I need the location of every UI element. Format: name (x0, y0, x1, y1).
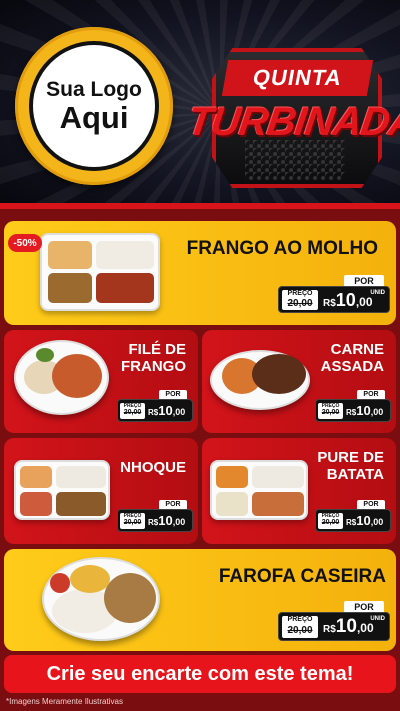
price-main: PREÇO 20,00 R$10,00 (315, 509, 391, 532)
product-image-bowl (210, 350, 310, 410)
theme-badge: QUINTA TURBINADA (185, 40, 400, 190)
food-gnocchi (20, 492, 52, 516)
discount-badge: -50% (8, 234, 42, 252)
product-card-carne-assada[interactable]: CARNE ASSADA POR PREÇO 20,00 R$10,00 (202, 330, 396, 433)
old-price-box: PREÇO 20,00 (318, 403, 343, 419)
old-price-box: PREÇO 20,00 (318, 513, 343, 529)
product-name: FAROFA CASEIRA (218, 566, 386, 587)
food-corn (70, 565, 110, 593)
header-banner: Sua Logo Aqui QUINTA TURBINADA (0, 0, 400, 205)
new-price: R$10,00 (323, 290, 373, 310)
unit-label: UNID (370, 616, 385, 622)
old-price: 20,00 (321, 409, 340, 416)
preco-label: PREÇO (287, 616, 313, 623)
old-price-box: PREÇO 20,00 (120, 403, 145, 419)
old-price-box: PREÇO 20,00 (120, 513, 145, 529)
product-name: FRANGO AO MOLHO (186, 238, 378, 259)
logo-inner-circle: Sua Logo Aqui (29, 41, 159, 171)
logo-placeholder[interactable]: Sua Logo Aqui (15, 27, 173, 185)
new-price: R$10,00 (148, 513, 186, 528)
price-tag: POR PREÇO 20,00 R$10,00 (117, 390, 193, 422)
price-tag: POR PREÇO 20,00 R$10,00 (315, 500, 391, 532)
food-rice (56, 466, 106, 488)
price-main: PREÇO 20,00 R$10,00 (117, 509, 193, 532)
old-price: 20,00 (287, 625, 313, 636)
price-tag: POR PREÇO 20,00 R$10,00 (117, 500, 193, 532)
price-tag: POR PREÇO 20,00 R$10,00 UNID (278, 601, 390, 641)
old-price-box: PREÇO 20,00 (282, 616, 318, 638)
food-farofa (48, 273, 92, 303)
food-mashed-potato (216, 492, 248, 516)
price-main: PREÇO 20,00 R$10,00 (117, 399, 193, 422)
old-price: 20,00 (123, 519, 142, 526)
logo-text-line2: Aqui (59, 99, 129, 135)
food-tomato (50, 573, 70, 593)
food-farofa (104, 573, 156, 623)
product-name: CARNE ASSADA (320, 341, 384, 375)
food-rice (252, 466, 304, 488)
badge-day-label: QUINTA (221, 60, 374, 96)
product-image-tray (210, 460, 308, 520)
product-name: FILÉ DE FRANGO (121, 341, 186, 375)
old-price: 20,00 (123, 409, 142, 416)
price-main: PREÇO 20,00 R$10,00 UNID (278, 612, 390, 641)
old-price: 20,00 (321, 519, 340, 526)
badge-title: TURBINADA (184, 100, 400, 144)
product-card-farofa-caseira[interactable]: FAROFA CASEIRA POR PREÇO 20,00 R$10,00 U… (4, 549, 396, 651)
new-price: R$10,00 (148, 403, 186, 418)
product-card-pure-de-batata[interactable]: PURE DE BATATA POR PREÇO 20,00 R$10,00 (202, 438, 396, 544)
old-price: 20,00 (287, 298, 313, 309)
unit-label: UNID (370, 290, 385, 296)
price-main: PREÇO 20,00 R$10,00 (315, 399, 391, 422)
food-gnocchi-sauce (20, 466, 52, 488)
product-name: PURE DE BATATA (317, 449, 384, 483)
badge-grill-pattern (245, 140, 345, 180)
product-card-nhoque[interactable]: NHOQUE POR PREÇO 20,00 R$10,00 (4, 438, 198, 544)
food-carrot (216, 466, 248, 488)
product-card-file-de-frango[interactable]: FILÉ DE FRANGO POR PREÇO 20,00 R$10,00 (4, 330, 198, 433)
product-image-tray (14, 460, 110, 520)
new-price: R$10,00 (346, 403, 384, 418)
product-image-plate (14, 340, 109, 415)
product-name: NHOQUE (120, 459, 186, 476)
product-image-tray (40, 233, 160, 311)
price-main: PREÇO 20,00 R$10,00 UNID (278, 286, 390, 313)
product-image-bowl (42, 557, 160, 641)
food-meat (56, 492, 106, 516)
preco-label: PREÇO (287, 290, 313, 297)
food-rice-carrot (48, 241, 92, 269)
food-salad (36, 348, 54, 362)
food-rice (96, 241, 154, 269)
header-divider (0, 203, 400, 209)
new-price: R$10,00 (346, 513, 384, 528)
product-card-frango-ao-molho[interactable]: FRANGO AO MOLHO POR PREÇO 20,00 R$10,00 … (4, 221, 396, 325)
old-price-box: PREÇO 20,00 (282, 290, 318, 310)
footer-disclaimer: *Imagens Meramente Ilustrativas (6, 697, 123, 706)
price-tag: POR PREÇO 20,00 R$10,00 (315, 390, 391, 422)
food-chicken (96, 273, 154, 303)
price-tag: POR PREÇO 20,00 R$10,00 UNID (278, 275, 390, 313)
food-chicken-fillet (52, 354, 102, 398)
food-roast-beef (252, 354, 306, 394)
logo-text-line1: Sua Logo (46, 77, 142, 101)
cta-create-flyer-button[interactable]: Crie seu encarte com este tema! (4, 655, 396, 693)
food-meat (252, 492, 304, 516)
new-price: R$10,00 (323, 616, 374, 637)
